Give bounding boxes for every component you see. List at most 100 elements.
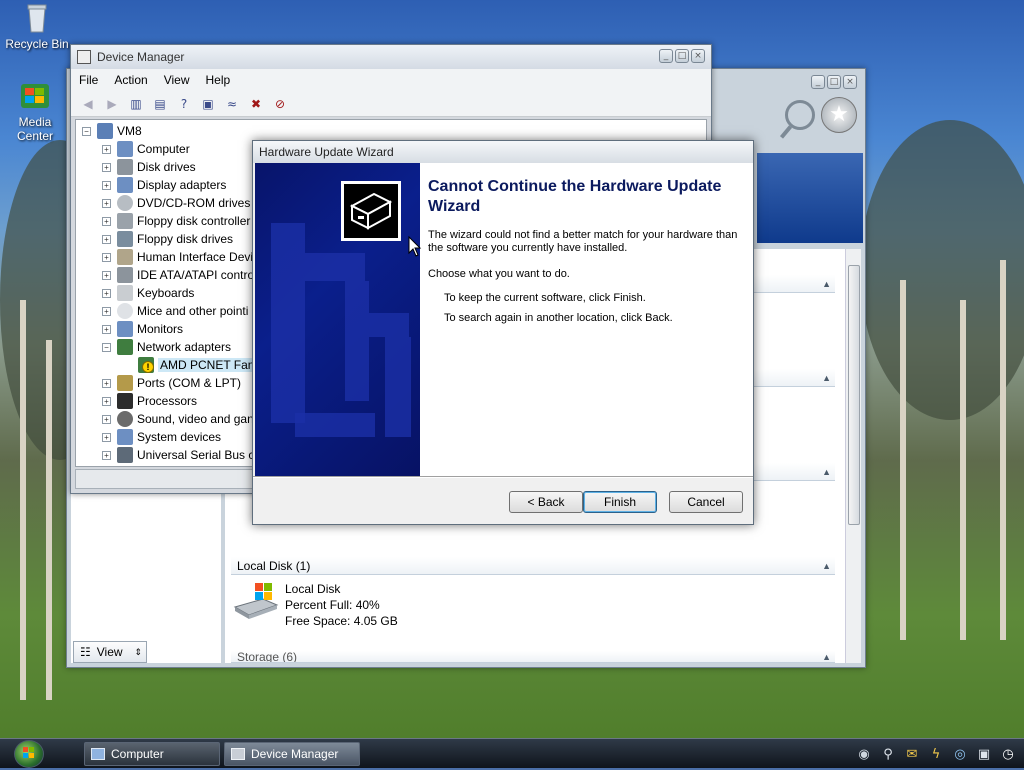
recycle-bin-icon xyxy=(21,2,53,34)
explorer-vertical-scrollbar[interactable] xyxy=(845,249,861,663)
tree-item-ide[interactable]: + IDE ATA/ATAPI contro xyxy=(102,266,254,284)
start-button[interactable] xyxy=(14,740,44,768)
hard-disk-icon xyxy=(233,581,279,621)
maximize-button[interactable]: □ xyxy=(827,75,841,89)
tree-item-computer[interactable]: + Computer xyxy=(102,140,190,158)
tree-item-sound[interactable]: + Sound, video and gan xyxy=(102,410,254,428)
wizard-titlebar[interactable]: Hardware Update Wizard xyxy=(253,141,753,163)
scrollbar-thumb[interactable] xyxy=(848,265,860,525)
minimize-button[interactable]: _ xyxy=(659,49,673,63)
expand-toggle-icon[interactable]: + xyxy=(102,414,111,424)
tree-item-mice[interactable]: + Mice and other pointi xyxy=(102,302,248,320)
favorites-star-icon[interactable]: ★ xyxy=(821,97,857,133)
media-center-desktop-icon[interactable]: Media Center xyxy=(0,80,70,143)
tree-item-usb[interactable]: + Universal Serial Bus co xyxy=(102,446,261,464)
tree-item-monitors[interactable]: + Monitors xyxy=(102,320,183,338)
help-icon[interactable]: ? xyxy=(175,95,193,113)
device-manager-titlebar[interactable]: Device Manager xyxy=(71,45,711,69)
collapse-toggle-icon[interactable]: − xyxy=(102,342,111,352)
tray-clock-icon[interactable]: ◷ xyxy=(1000,746,1016,762)
collapse-chevron-icon[interactable]: ▲ xyxy=(822,557,831,575)
expand-toggle-icon[interactable]: + xyxy=(102,252,111,262)
forward-arrow-icon[interactable]: ▶ xyxy=(103,95,121,113)
expand-toggle-icon[interactable]: + xyxy=(102,432,111,442)
tree-item-label: Monitors xyxy=(137,322,184,336)
back-button[interactable]: < Back xyxy=(509,491,583,513)
expand-toggle-icon[interactable]: + xyxy=(102,144,111,154)
tree-item-floppy-controllers[interactable]: + Floppy disk controller xyxy=(102,212,250,230)
expand-toggle-icon[interactable]: + xyxy=(102,396,111,406)
media-center-label: Media Center xyxy=(16,115,54,143)
wizard-content: Cannot Continue the Hardware Update Wiza… xyxy=(420,163,753,476)
menu-action[interactable]: Action xyxy=(106,73,155,87)
expand-toggle-icon[interactable]: + xyxy=(102,270,111,280)
tree-item-system-devices[interactable]: + System devices xyxy=(102,428,221,446)
taskbar-device-manager[interactable]: Device Manager xyxy=(224,742,360,766)
recycle-bin-desktop-icon[interactable]: Recycle Bin xyxy=(2,2,72,51)
back-arrow-icon[interactable]: ◀ xyxy=(79,95,97,113)
menu-view[interactable]: View xyxy=(156,73,198,87)
show-hide-tree-icon[interactable]: ▥ xyxy=(127,95,145,113)
maximize-button[interactable]: □ xyxy=(675,49,689,63)
tree-item-label: Ports (COM & LPT) xyxy=(137,376,242,390)
close-button[interactable]: × xyxy=(691,49,705,63)
tray-search-icon[interactable]: ⚲ xyxy=(880,746,896,762)
sound-icon xyxy=(117,411,133,427)
tree-item-hid[interactable]: + Human Interface Devi xyxy=(102,248,253,266)
group-header-storage[interactable]: Storage (6) ▲ xyxy=(231,651,835,663)
close-button[interactable]: × xyxy=(843,75,857,89)
tree-item-network-adapters[interactable]: − Network adapters xyxy=(102,338,231,356)
view-button[interactable]: ☷ View ⇕ xyxy=(73,641,147,663)
tree-item-dvd-drives[interactable]: + DVD/CD-ROM drives xyxy=(102,194,250,212)
collapse-chevron-icon[interactable]: ▲ xyxy=(822,463,831,481)
update-driver-icon[interactable]: ▣ xyxy=(199,95,217,113)
cancel-button[interactable]: Cancel xyxy=(669,491,743,513)
collapse-chevron-icon[interactable]: ▲ xyxy=(822,651,831,662)
expand-toggle-icon[interactable]: + xyxy=(102,450,111,460)
disable-device-icon[interactable]: ⊘ xyxy=(271,95,289,113)
local-disk-item[interactable]: Local Disk Percent Full: 40% Free Space:… xyxy=(233,581,398,629)
collapse-toggle-icon[interactable]: − xyxy=(82,126,91,136)
tree-item-display-adapters[interactable]: + Display adapters xyxy=(102,176,226,194)
tree-item-ports[interactable]: + Ports (COM & LPT) xyxy=(102,374,241,392)
tree-item-processors[interactable]: + Processors xyxy=(102,392,197,410)
scan-hardware-icon[interactable]: ≈ xyxy=(223,95,241,113)
taskbar-computer[interactable]: Computer xyxy=(84,742,220,766)
expand-toggle-icon[interactable]: + xyxy=(102,378,111,388)
expand-toggle-icon[interactable]: + xyxy=(102,234,111,244)
expand-toggle-icon[interactable]: + xyxy=(102,324,111,334)
collapse-chevron-icon[interactable]: ▲ xyxy=(822,369,831,387)
tree-item-label: Display adapters xyxy=(137,178,227,192)
tray-expand-icon[interactable]: ◉ xyxy=(856,746,872,762)
tray-notification-icon[interactable]: ✉ xyxy=(904,746,920,762)
ide-controller-icon xyxy=(117,267,133,283)
collapse-chevron-icon[interactable]: ▲ xyxy=(822,275,831,293)
tray-display-icon[interactable]: ▣ xyxy=(976,746,992,762)
tree-item-disk-drives[interactable]: + Disk drives xyxy=(102,158,196,176)
search-icon[interactable] xyxy=(785,100,815,130)
tree-item-label: Keyboards xyxy=(137,286,195,300)
minimize-button[interactable]: _ xyxy=(811,75,825,89)
tree-item-floppy-drives[interactable]: + Floppy disk drives xyxy=(102,230,233,248)
expand-toggle-icon[interactable]: + xyxy=(102,180,111,190)
finish-button[interactable]: Finish xyxy=(583,491,657,513)
tray-power-icon[interactable]: ϟ xyxy=(928,746,944,762)
menu-help[interactable]: Help xyxy=(198,73,239,87)
wizard-title: Hardware Update Wizard xyxy=(259,145,394,159)
tray-network-icon[interactable]: ◎ xyxy=(952,746,968,762)
uninstall-icon[interactable]: ✖ xyxy=(247,95,265,113)
expand-toggle-icon[interactable]: + xyxy=(102,306,111,316)
floppy-controller-icon xyxy=(117,213,133,229)
menu-file[interactable]: File xyxy=(71,73,106,87)
tree-item-keyboards[interactable]: + Keyboards xyxy=(102,284,194,302)
system-device-icon xyxy=(117,429,133,445)
group-header-local-disk[interactable]: Local Disk (1) ▲ xyxy=(231,557,835,575)
tree-root[interactable]: − VM8 xyxy=(82,122,142,140)
expand-toggle-icon[interactable]: + xyxy=(102,198,111,208)
expand-toggle-icon[interactable]: + xyxy=(102,288,111,298)
expand-toggle-icon[interactable]: + xyxy=(102,216,111,226)
tree-item-amd-pcnet[interactable]: ! AMD PCNET Fami xyxy=(138,356,263,374)
expand-toggle-icon[interactable]: + xyxy=(102,162,111,172)
banner-pattern xyxy=(295,413,375,437)
properties-icon[interactable]: ▤ xyxy=(151,95,169,113)
